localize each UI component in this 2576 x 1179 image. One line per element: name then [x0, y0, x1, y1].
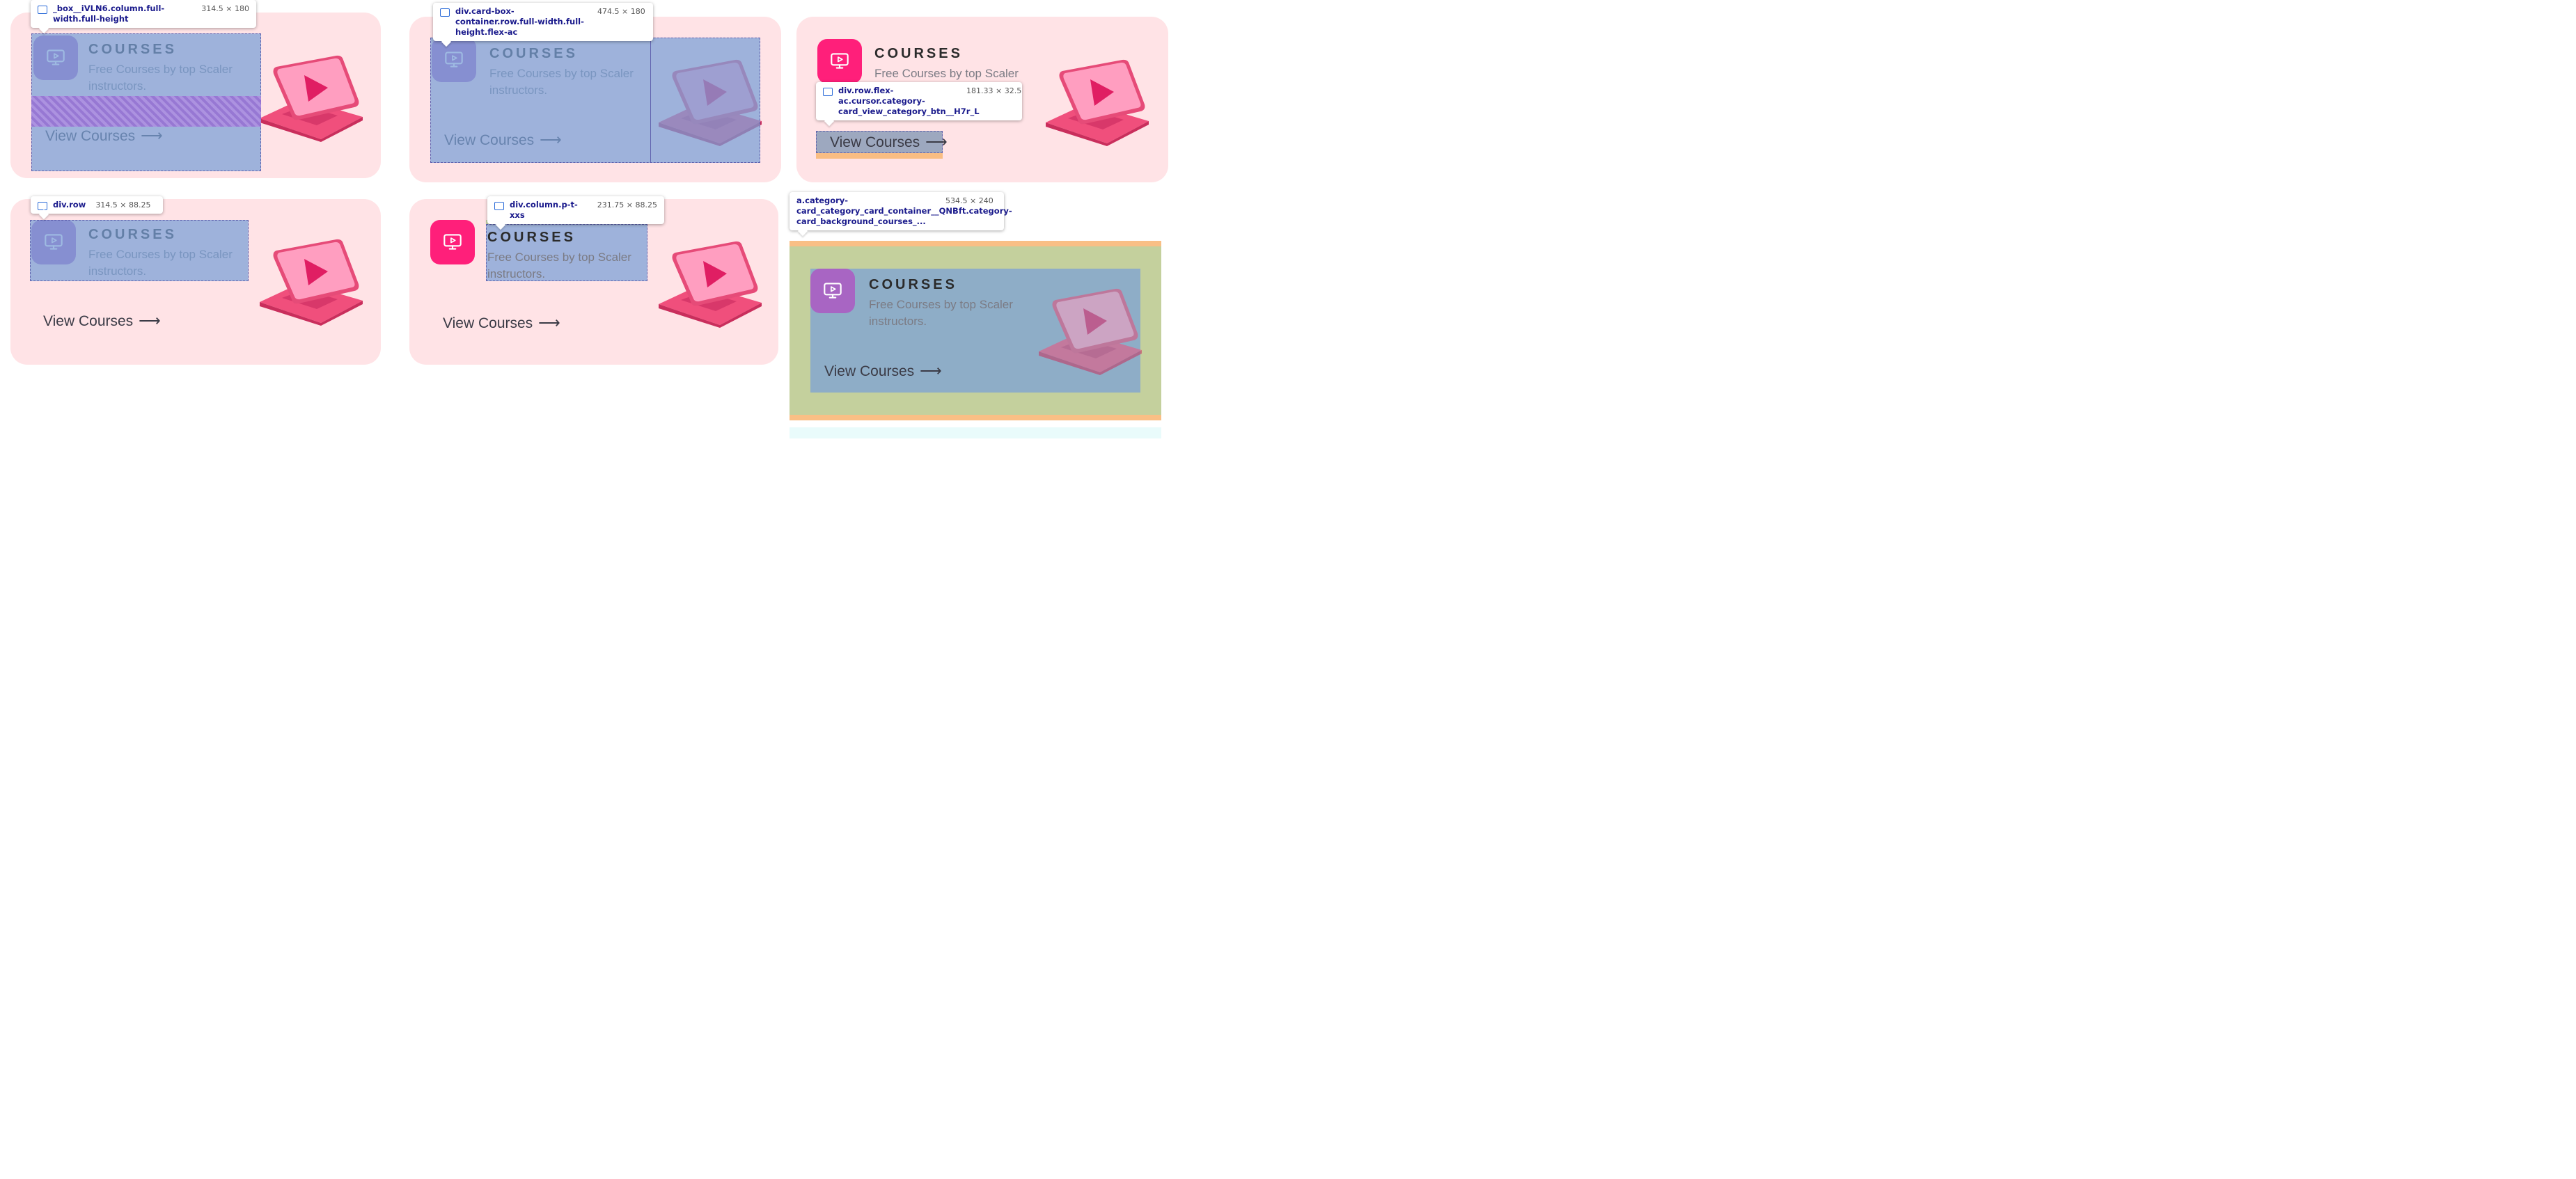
tooltip-selector: a.category-card_category_card_container_… [796, 196, 1012, 226]
tooltip-size: 181.33 × 32.5 [966, 86, 1022, 95]
play-monitor-icon [828, 49, 851, 73]
inspector-tooltip-6: a.category-card_category_card_container_… [790, 192, 1012, 230]
laptop-play-illustration [254, 235, 366, 326]
inspector-tooltip-4: div.row 314.5 × 88.25 [31, 196, 163, 214]
view-courses-label: View Courses [824, 363, 915, 379]
arrow-right-icon: ⟶ [538, 314, 560, 331]
view-courses-button[interactable]: View Courses ⟶ [43, 312, 161, 330]
next-card-edge [790, 427, 1161, 438]
category-subtitle: Free Courses by top Scaler instructors. [869, 298, 1013, 328]
play-monitor-icon [441, 230, 464, 254]
highlight-card-box-container [430, 38, 760, 163]
view-courses-button[interactable]: View Courses ⟶ [830, 133, 948, 151]
category-card-4[interactable]: COURSES Free Courses by top Scaler instr… [10, 199, 381, 365]
tooltip-size: 314.5 × 88.25 [95, 200, 151, 209]
course-icon [810, 269, 855, 313]
view-courses-button[interactable]: View Courses ⟶ [443, 314, 560, 332]
arrow-right-icon: ⟶ [925, 133, 948, 150]
tooltip-size: 314.5 × 180 [201, 4, 249, 13]
inspector-tooltip-2: div.card-box-container.row.full-width.fu… [433, 3, 653, 41]
tooltip-selector: _box__iVLN6.column.full-width.full-heigh… [53, 3, 165, 24]
tooltip-size: 534.5 × 240 [945, 196, 994, 205]
arrow-right-icon: ⟶ [920, 362, 942, 379]
inspector-tooltip-5: div.column.p-t-xxs 231.75 × 88.25 [487, 196, 664, 224]
inspector-tooltip-1: _box__iVLN6.column.full-width.full-heigh… [31, 0, 256, 28]
laptop-play-illustration [254, 52, 366, 142]
highlight-row [30, 220, 249, 281]
element-icon [823, 88, 833, 96]
inspector-tooltip-3: div.row.flex-ac.cursor.category-card_vie… [816, 82, 1022, 120]
element-icon [440, 8, 450, 17]
tooltip-selector: div.column.p-t-xxs [510, 200, 578, 220]
tooltip-selector: div.row [53, 200, 86, 209]
laptop-play-illustration [653, 237, 764, 328]
laptop-play-illustration [1040, 56, 1152, 146]
element-icon [494, 202, 504, 210]
view-courses-label: View Courses [443, 315, 533, 331]
category-card-6[interactable]: COURSES Free Courses by top Scaler instr… [790, 246, 1161, 415]
play-monitor-icon [821, 279, 845, 303]
highlight-padding [31, 96, 261, 127]
category-title: COURSES [869, 277, 957, 292]
category-card-2[interactable]: COURSES Free Courses by top Scaler instr… [409, 17, 781, 182]
category-title: COURSES [487, 230, 576, 245]
course-icon [817, 39, 862, 84]
category-title: COURSES [874, 46, 963, 61]
view-courses-label: View Courses [43, 313, 134, 329]
category-card-1[interactable]: COURSES Free Courses by top Scaler instr… [10, 13, 381, 178]
highlight-divider [650, 38, 651, 163]
element-icon [38, 6, 47, 14]
course-icon [430, 220, 475, 264]
arrow-right-icon: ⟶ [139, 312, 161, 329]
tooltip-selector: div.card-box-container.row.full-width.fu… [455, 6, 584, 37]
element-icon [38, 202, 47, 210]
tooltip-size: 231.75 × 88.25 [597, 200, 657, 209]
tooltip-size: 474.5 × 180 [597, 7, 645, 16]
view-courses-button[interactable]: View Courses ⟶ [824, 362, 942, 380]
category-subtitle: Free Courses by top Scaler instructors. [487, 251, 631, 280]
tooltip-selector: div.row.flex-ac.cursor.category-card_vie… [838, 86, 980, 116]
view-courses-label: View Courses [830, 134, 920, 150]
laptop-play-illustration [1033, 285, 1145, 375]
